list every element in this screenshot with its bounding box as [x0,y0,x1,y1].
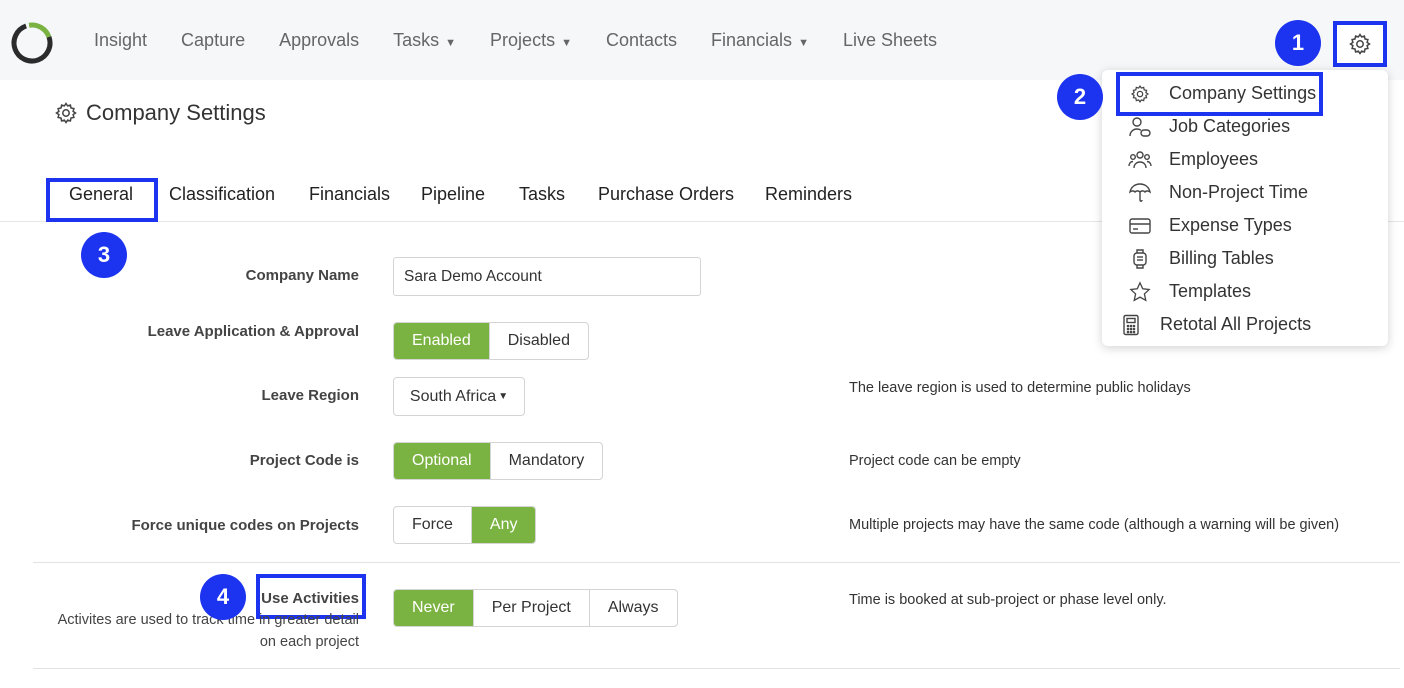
menu-item-label: Billing Tables [1169,248,1274,268]
always-option[interactable]: Always [590,590,677,626]
umbrella-icon [1128,181,1152,205]
tab-reminders[interactable]: Reminders [765,184,852,205]
menu-item-label: Employees [1169,149,1259,169]
annotation-badge-3: 3 [81,232,127,278]
company-name-label: Company Name [245,267,359,284]
force-unique-help: Multiple projects may have the same code… [849,517,1340,533]
tab-tasks[interactable]: Tasks [519,184,565,205]
annotation-highlight-company-settings [1116,72,1323,116]
nav-insight[interactable]: Insight [94,30,147,51]
gear-icon [1349,33,1371,55]
menu-item-employees[interactable]: Employees [1102,143,1258,176]
leave-region-label: Leave Region [261,387,359,404]
menu-item-label: Retotal All Projects [1160,314,1312,334]
section-divider [33,668,1400,669]
nav-approvals[interactable]: Approvals [279,30,359,51]
annotation-badge-4: 4 [200,574,246,620]
page-title: Company Settings [54,100,266,126]
never-option[interactable]: Never [394,590,474,626]
caret-down-icon: ▼ [445,37,457,49]
leave-region-value: South Africa [409,387,497,405]
annotation-badge-2: 2 [1057,74,1103,120]
caret-down-icon: ▼ [498,391,509,402]
nav-projects[interactable]: Projects ▼ [490,30,572,51]
leave-application-label: Leave Application & Approval [147,323,359,340]
tab-purchase-orders[interactable]: Purchase Orders [598,184,734,205]
watch-icon [1128,247,1152,271]
leave-region-select[interactable]: South Africa ▼ [393,377,525,416]
use-activities-toggle: Never Per Project Always [393,589,678,627]
mandatory-option[interactable]: Mandatory [491,443,603,479]
optional-option[interactable]: Optional [394,443,491,479]
gear-icon [55,102,77,124]
star-icon [1128,280,1152,304]
menu-item-label: Job Categories [1169,116,1291,136]
top-navigation-bar: Insight Capture Approvals Tasks ▼ Project… [0,0,1404,80]
menu-item-retotal-all-projects[interactable]: Retotal All Projects [1093,308,1311,341]
app-logo[interactable] [10,21,54,65]
force-option[interactable]: Force [394,507,472,543]
tab-financials[interactable]: Financials [309,184,390,205]
use-activities-sub-help: Activites are used to track time in grea… [58,609,359,653]
people-icon [1128,148,1152,172]
leave-application-toggle: Enabled Disabled [393,322,589,360]
force-unique-toggle: Force Any [393,506,537,544]
project-code-toggle: Optional Mandatory [393,442,604,480]
credit-card-icon [1128,214,1152,238]
caret-down-icon: ▼ [561,37,572,49]
force-unique-label: Force unique codes on Projects [131,517,359,534]
project-code-label: Project Code is [249,452,359,469]
caret-down-icon: ▼ [798,37,809,49]
menu-item-label: Expense Types [1169,215,1292,235]
nav-tasks[interactable]: Tasks ▼ [393,30,456,51]
nav-live-sheets[interactable]: Live Sheets [843,30,937,51]
any-option[interactable]: Any [471,507,536,543]
menu-item-billing-tables[interactable]: Billing Tables [1102,242,1274,275]
user-tag-icon [1128,115,1152,139]
project-code-help: Project code can be empty [849,453,1021,469]
page-title-text: Company Settings [86,100,266,125]
calculator-icon [1119,313,1143,337]
sub-help-line-2: on each project [259,634,359,650]
section-divider [33,562,1400,563]
nav-financials[interactable]: Financials ▼ [711,30,809,51]
main-nav: Insight Capture Approvals Tasks ▼ Project… [94,30,971,51]
leave-region-help: The leave region is used to determine pu… [849,380,1191,396]
menu-item-label: Templates [1169,281,1252,301]
tab-classification[interactable]: Classification [169,184,275,205]
disabled-option[interactable]: Disabled [490,323,588,359]
per-project-option[interactable]: Per Project [474,590,590,626]
menu-item-label: Non-Project Time [1169,182,1309,202]
nav-capture[interactable]: Capture [181,30,245,51]
use-activities-help: Time is booked at sub-project or phase l… [849,592,1167,608]
settings-gear-button[interactable] [1333,21,1387,67]
annotation-highlight-general-tab [46,178,158,222]
company-name-input[interactable] [393,257,701,296]
annotation-badge-1: 1 [1275,20,1321,66]
menu-item-templates[interactable]: Templates [1102,275,1251,308]
menu-item-expense-types[interactable]: Expense Types [1102,209,1292,242]
menu-item-non-project-time[interactable]: Non-Project Time [1102,176,1308,209]
nav-contacts[interactable]: Contacts [606,30,677,51]
tab-pipeline[interactable]: Pipeline [421,184,485,205]
enabled-option[interactable]: Enabled [394,323,490,359]
